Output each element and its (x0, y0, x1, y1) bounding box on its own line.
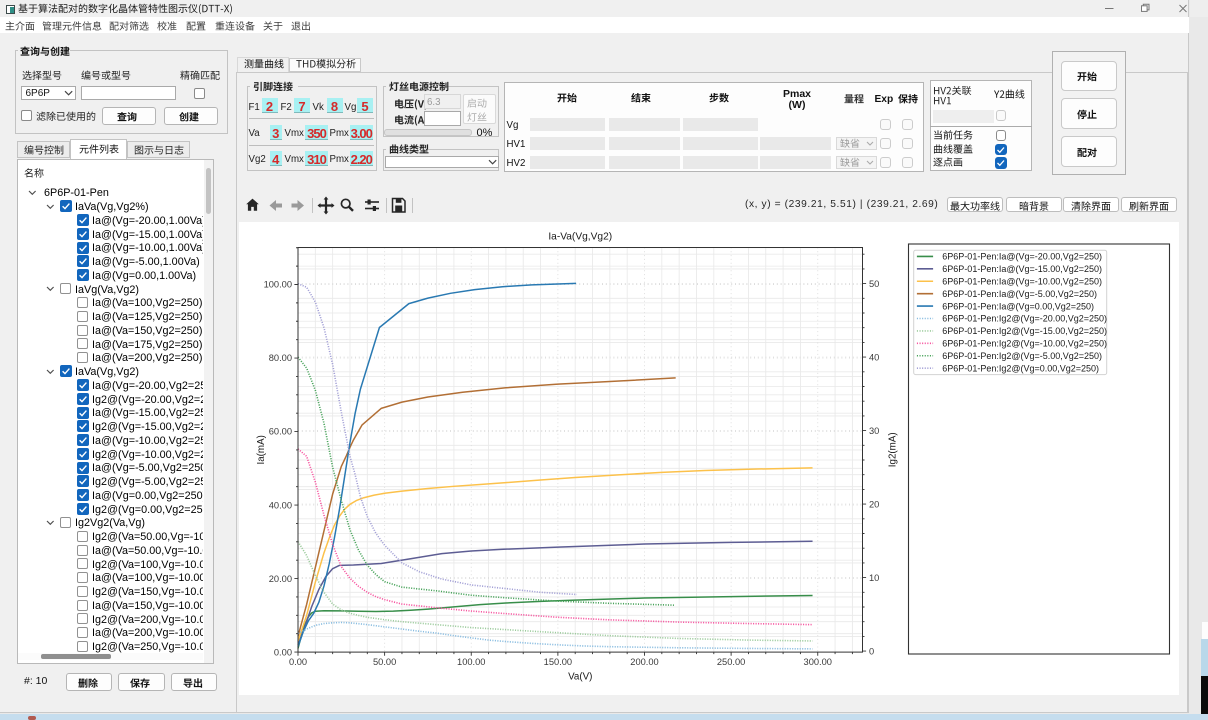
svg-text:0: 0 (869, 646, 874, 656)
svg-text:50: 50 (869, 278, 879, 288)
svg-text:40: 40 (869, 352, 879, 362)
svg-text:250.00: 250.00 (716, 657, 744, 667)
svg-text:200.00: 200.00 (630, 657, 658, 667)
svg-text:Ia-Va(Vg,Vg2): Ia-Va(Vg,Vg2) (548, 231, 612, 242)
svg-text:6P6P-01-Pen:Ig2@(Vg=0.00,Vg2=2: 6P6P-01-Pen:Ig2@(Vg=0.00,Vg2=250) (942, 363, 1099, 373)
svg-text:Va(V): Va(V) (568, 671, 592, 682)
svg-text:6P6P-01-Pen:Ig2@(Vg=-20.00,Vg2: 6P6P-01-Pen:Ig2@(Vg=-20.00,Vg2=250) (942, 313, 1107, 323)
svg-text:6P6P-01-Pen:Ig2@(Vg=-15.00,Vg2: 6P6P-01-Pen:Ig2@(Vg=-15.00,Vg2=250) (942, 326, 1107, 336)
svg-text:20: 20 (869, 499, 879, 509)
svg-text:10: 10 (869, 572, 879, 582)
svg-text:300.00: 300.00 (803, 657, 831, 667)
svg-text:40.00: 40.00 (268, 500, 291, 510)
svg-text:6P6P-01-Pen:Ia@(Vg=-5.00,Vg2=2: 6P6P-01-Pen:Ia@(Vg=-5.00,Vg2=250) (942, 288, 1097, 298)
svg-text:50.00: 50.00 (372, 657, 395, 667)
svg-text:6P6P-01-Pen:Ia@(Vg=-15.00,Vg2=: 6P6P-01-Pen:Ia@(Vg=-15.00,Vg2=250) (942, 264, 1102, 274)
svg-text:80.00: 80.00 (268, 353, 291, 363)
svg-text:6P6P-01-Pen:Ia@(Vg=-20.00,Vg2=: 6P6P-01-Pen:Ia@(Vg=-20.00,Vg2=250) (942, 251, 1102, 261)
svg-text:0.00: 0.00 (273, 647, 291, 657)
svg-text:6P6P-01-Pen:Ig2@(Vg=-10.00,Vg2: 6P6P-01-Pen:Ig2@(Vg=-10.00,Vg2=250) (942, 338, 1107, 348)
svg-text:6P6P-01-Pen:Ia@(Vg=-10.00,Vg2=: 6P6P-01-Pen:Ia@(Vg=-10.00,Vg2=250) (942, 276, 1102, 286)
svg-text:6P6P-01-Pen:Ia@(Vg=0.00,Vg2=25: 6P6P-01-Pen:Ia@(Vg=0.00,Vg2=250) (942, 301, 1094, 311)
svg-text:6P6P-01-Pen:Ig2@(Vg=-5.00,Vg2=: 6P6P-01-Pen:Ig2@(Vg=-5.00,Vg2=250) (942, 350, 1102, 360)
svg-text:0.00: 0.00 (288, 657, 306, 667)
svg-text:Ig2(mA): Ig2(mA) (887, 432, 898, 467)
svg-text:20.00: 20.00 (268, 573, 291, 583)
svg-text:100.00: 100.00 (457, 657, 485, 667)
svg-text:30: 30 (869, 425, 879, 435)
svg-text:Ia(mA): Ia(mA) (256, 435, 267, 464)
svg-text:60.00: 60.00 (268, 426, 291, 436)
svg-text:150.00: 150.00 (543, 657, 571, 667)
svg-text:100.00: 100.00 (263, 279, 291, 289)
